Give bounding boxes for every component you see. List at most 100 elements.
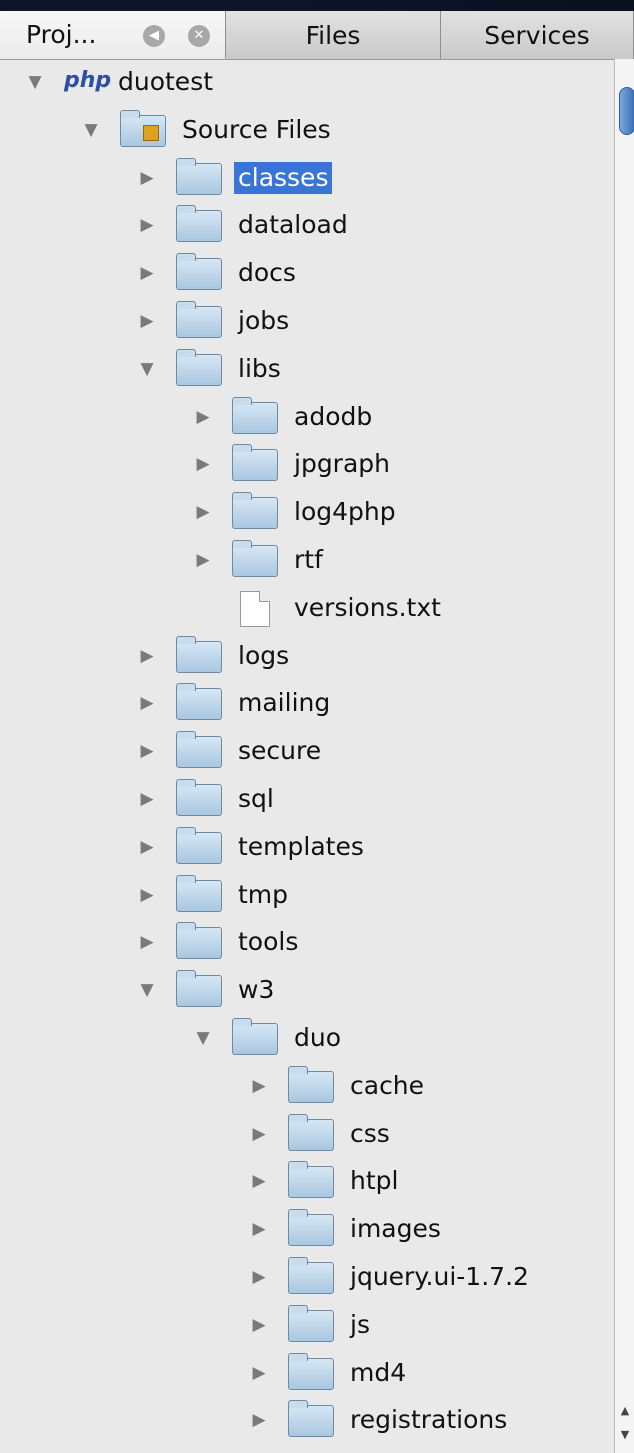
tree-item-jobs[interactable]: ▶ jobs (0, 298, 614, 346)
close-icon[interactable]: ✕ (188, 25, 210, 47)
tree-item-label: libs (238, 353, 281, 383)
collapsed-triangle-icon[interactable]: ▶ (192, 406, 214, 428)
collapsed-triangle-icon[interactable]: ▶ (192, 501, 214, 523)
tree-item-classes[interactable]: ▶ classes (0, 155, 614, 203)
tree-item-label: dataload (238, 210, 348, 240)
expanded-triangle-icon[interactable]: ▼ (136, 358, 158, 380)
tree-item-tools[interactable]: ▶ tools (0, 919, 614, 967)
vertical-scrollbar[interactable]: ▲ ▼ (614, 59, 634, 1453)
tab-services-label: Services (484, 20, 590, 50)
source-package-icon (120, 109, 166, 147)
tree-item-label: jpgraph (294, 449, 390, 479)
folder-icon (176, 922, 222, 960)
tab-files[interactable]: Files (226, 11, 441, 59)
collapsed-triangle-icon[interactable]: ▶ (136, 310, 158, 332)
tree-item-jpgraph[interactable]: ▶ jpgraph (0, 441, 614, 489)
collapsed-triangle-icon[interactable]: ▶ (192, 549, 214, 571)
tree-item-logs[interactable]: ▶ logs (0, 633, 614, 681)
collapsed-triangle-icon[interactable]: ▶ (136, 931, 158, 953)
tree-item-label: js (350, 1309, 370, 1339)
tree-item-w3[interactable]: ▼ w3 (0, 967, 614, 1015)
tree-item-source-files[interactable]: ▼ Source Files (0, 107, 614, 155)
tab-services[interactable]: Services (441, 11, 634, 59)
folder-icon (176, 253, 222, 291)
collapsed-triangle-icon[interactable]: ▶ (136, 167, 158, 189)
tree-item-css[interactable]: ▶ css (0, 1111, 614, 1159)
tree-item-label: jquery.ui-1.7.2 (350, 1262, 529, 1291)
tree-item-secure[interactable]: ▶ secure (0, 728, 614, 776)
tree-item-mailing[interactable]: ▶ mailing (0, 680, 614, 728)
tree-item-registrations[interactable]: ▶ registrations (0, 1397, 614, 1445)
collapsed-triangle-icon[interactable]: ▶ (248, 1123, 270, 1145)
collapsed-triangle-icon[interactable]: ▶ (136, 262, 158, 284)
minimize-icon[interactable]: ◀ (143, 25, 165, 47)
tree-item-htpl[interactable]: ▶ htpl (0, 1158, 614, 1206)
php-project-icon: php (64, 68, 112, 93)
tree-item-duotest[interactable]: ▼ php duotest (0, 59, 614, 107)
collapsed-triangle-icon[interactable]: ▶ (136, 788, 158, 810)
tree-item-tmp[interactable]: ▶ tmp (0, 872, 614, 920)
tree-item-label: tools (238, 927, 299, 957)
tree-item-sql[interactable]: ▶ sql (0, 776, 614, 824)
expanded-triangle-icon[interactable]: ▼ (80, 119, 102, 141)
folder-icon (176, 874, 222, 912)
project-tree: ▼ php duotest ▼ Source Files ▶ classes ▶ dataloa… (0, 59, 614, 1453)
tree-item-label: templates (238, 831, 364, 861)
tree-item-label: sql (238, 784, 274, 813)
tab-projects[interactable]: Proj... ◀ ✕ (0, 11, 226, 59)
collapsed-triangle-icon[interactable]: ▶ (192, 453, 214, 475)
tree-item-dataload[interactable]: ▶ dataload (0, 202, 614, 250)
tree-item-md4[interactable]: ▶ md4 (0, 1350, 614, 1398)
tree-item-adodb[interactable]: ▶ adodb (0, 394, 614, 442)
scrollbar-thumb[interactable] (619, 87, 634, 135)
collapsed-triangle-icon[interactable]: ▶ (248, 1362, 270, 1384)
folder-icon (232, 1018, 278, 1055)
tab-projects-label: Proj... (26, 20, 97, 49)
collapsed-triangle-icon[interactable]: ▶ (136, 645, 158, 667)
expanded-triangle-icon[interactable]: ▼ (192, 1027, 214, 1049)
folder-icon (232, 396, 278, 434)
tree-item-label: mailing (238, 688, 331, 718)
collapsed-triangle-icon[interactable]: ▶ (248, 1314, 270, 1336)
folder-icon (288, 1400, 334, 1438)
folder-icon (176, 826, 222, 864)
tree-item-rtf[interactable]: ▶ rtf (0, 537, 614, 585)
tree-item-duo[interactable]: ▼ duo (0, 1015, 614, 1063)
folder-icon (288, 1304, 334, 1342)
tree-item-templates[interactable]: ▶ templates (0, 824, 614, 872)
tree-item-label: Source Files (182, 114, 331, 144)
collapsed-triangle-icon[interactable]: ▶ (248, 1409, 270, 1431)
collapsed-triangle-icon[interactable]: ▶ (136, 740, 158, 762)
expanded-triangle-icon[interactable]: ▼ (24, 71, 46, 93)
collapsed-triangle-icon[interactable]: ▶ (136, 214, 158, 236)
scroll-up-arrow-icon[interactable]: ▲ (617, 1403, 633, 1419)
tree-item-label: logs (238, 640, 290, 670)
collapsed-triangle-icon[interactable]: ▶ (136, 692, 158, 714)
tree-item-versions-txt[interactable]: versions.txt (0, 585, 614, 633)
collapsed-triangle-icon[interactable]: ▶ (248, 1075, 270, 1097)
tree-item-label: classes (234, 161, 333, 194)
tree-item-docs[interactable]: ▶ docs (0, 250, 614, 298)
tree-item-jquery-ui-1-7-2[interactable]: ▶ jquery.ui-1.7.2 (0, 1254, 614, 1302)
folder-icon (176, 635, 222, 673)
tree-item-libs[interactable]: ▼ libs (0, 346, 614, 394)
collapsed-triangle-icon[interactable]: ▶ (136, 836, 158, 858)
scroll-down-arrow-icon[interactable]: ▼ (617, 1427, 633, 1443)
folder-icon (288, 1161, 334, 1199)
tree-item-log4php[interactable]: ▶ log4php (0, 489, 614, 537)
folder-icon (288, 1209, 334, 1247)
tree-item-js[interactable]: ▶ js (0, 1302, 614, 1350)
tree-item-label: log4php (294, 497, 396, 527)
tree-item-cache[interactable]: ▶ cache (0, 1063, 614, 1111)
folder-icon (232, 444, 278, 482)
tree-item-images[interactable]: ▶ images (0, 1206, 614, 1254)
collapsed-triangle-icon[interactable]: ▶ (248, 1170, 270, 1192)
tree-item-label: rtf (294, 545, 323, 574)
collapsed-triangle-icon[interactable]: ▶ (136, 884, 158, 906)
collapsed-triangle-icon[interactable]: ▶ (248, 1266, 270, 1288)
text-file-icon (240, 590, 270, 627)
collapsed-triangle-icon[interactable]: ▶ (248, 1218, 270, 1240)
expanded-triangle-icon[interactable]: ▼ (136, 979, 158, 1001)
folder-icon (288, 1113, 334, 1151)
folder-icon (232, 492, 278, 530)
